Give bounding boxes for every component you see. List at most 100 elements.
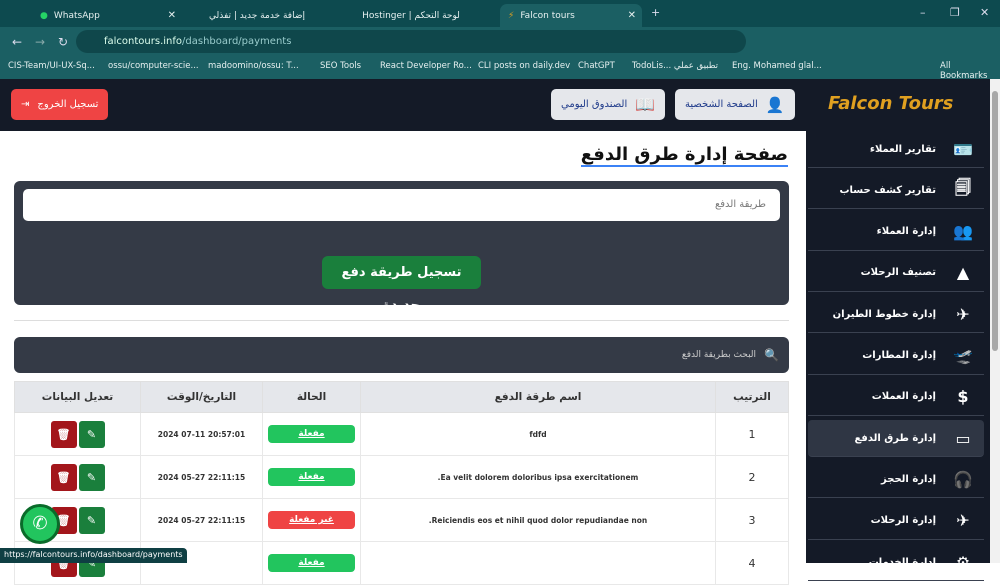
col-date: التاريخ/الوقت [140, 381, 263, 413]
sidebar-item-label: إدارة خطوط الطيران [832, 308, 936, 320]
sidebar-icon: ▲ [956, 263, 970, 283]
status-url: https://falcontours.info/dashboard/payme… [0, 548, 187, 563]
new-tab-icon[interactable]: + [651, 6, 660, 19]
divider [14, 320, 789, 321]
bookmark[interactable]: TodoLis... تطبيق عملي [632, 61, 718, 71]
sidebar-icon: ▭ [955, 428, 971, 448]
bookmarks-bar: CIS-Team/UI-UX-Sq... ossu/computer-scie.… [0, 56, 1000, 81]
scrollbar[interactable] [990, 79, 1000, 563]
status-badge[interactable]: مفعلة [268, 468, 355, 486]
payment-form: طريقة الدفع تسجيل طريقة دفع جديدة [14, 181, 789, 313]
row-order: 2 [715, 455, 789, 499]
bookmark[interactable]: madoomino/ossu: T... [208, 61, 299, 71]
sidebar-icon: ✈ [956, 304, 970, 324]
row-date: 22:11:15 05-27 2024 [140, 455, 263, 499]
sidebar-item[interactable]: تصنيف الرحلات ▲ [808, 255, 984, 292]
bookmark[interactable]: ChatGPT [578, 61, 615, 71]
edit-icon[interactable]: ✎ [78, 506, 105, 534]
col-actions: تعديل البيانات [14, 381, 141, 413]
close-tab-icon[interactable]: ✕ [628, 10, 636, 21]
tab-falcon[interactable]: ⚡ Falcon tours ✕ [500, 4, 642, 27]
col-status: الحالة [262, 381, 361, 413]
search-input[interactable]: 🔍 البحث بطريقة الدفع [14, 337, 789, 373]
row-name: Ea velit dolorem doloribus ipsa exercita… [360, 455, 716, 499]
bookmark[interactable]: Eng. Mohamed glal... [732, 61, 822, 71]
sidebar-item[interactable]: تقارير العملاء 🪪 [808, 131, 984, 168]
status-badge[interactable]: مفعلة [268, 554, 355, 572]
sidebar-icon: ⚙ [955, 552, 971, 572]
row-name [360, 541, 716, 585]
sidebar-item-label: إدارة المطارات [862, 350, 936, 361]
logo[interactable]: Falcon Tours [828, 93, 953, 114]
register-payment-button[interactable]: تسجيل طريقة دفع جديدة [322, 256, 481, 313]
url-input[interactable]: falcontours.info/dashboard/payments [76, 30, 746, 53]
row-order: 3 [715, 498, 789, 542]
sidebar-item-label: إدارة الخدمات [868, 556, 936, 568]
close-window-icon[interactable]: ✕ [980, 6, 989, 19]
sidebar-item[interactable]: إدارة الرحلات ✈ [808, 503, 984, 540]
logout-button[interactable]: ⇥ تسجيل الخروج [11, 89, 109, 120]
delete-icon[interactable]: 🗑 [50, 463, 77, 491]
sidebar-item[interactable]: إدارة طرق الدفع ▭ [808, 420, 984, 458]
sidebar-item[interactable]: إدارة المطارات 🛫 [808, 338, 984, 375]
back-icon[interactable]: ← [12, 35, 22, 49]
sidebar-item-label: إدارة العملاء [876, 226, 936, 238]
sidebar-icon: 👥 [953, 222, 973, 242]
col-order: الترتيب [715, 381, 789, 413]
maximize-icon[interactable]: ❐ [950, 6, 960, 19]
falcon-favicon-icon: ⚡ [508, 10, 515, 21]
profile-button[interactable]: الصفحة الشخصية 👤 [675, 89, 795, 120]
sidebar-item-label: تصنيف الرحلات [860, 267, 936, 279]
sidebar-item[interactable]: إدارة خطوط الطيران ✈ [808, 296, 984, 334]
sidebar-icon: $ [957, 387, 969, 407]
sidebar-item[interactable]: تقارير كشف حساب 🗐 [808, 172, 984, 210]
status-badge[interactable]: غير مفعلة [268, 511, 355, 529]
sidebar-icon: 🎧 [953, 469, 973, 489]
tab-service[interactable]: إضافة خدمة جديد | تفذلي [182, 4, 332, 27]
row-order: 4 [715, 541, 789, 585]
bookmark[interactable]: React Developer Ro... [380, 61, 472, 71]
page-title: صفحة إدارة طرق الدفع [580, 144, 788, 167]
top-header: ⇥ تسجيل الخروج الصندوق اليومي 📖 الصفحة الش… [0, 79, 1000, 131]
sidebar-item-label: تقارير العملاء [869, 143, 936, 155]
minimize-icon[interactable]: – [920, 6, 926, 19]
row-date: 22:11:15 05-27 2024 [140, 498, 263, 542]
bookmark[interactable]: SEO Tools [320, 61, 361, 71]
sidebar: تقارير العملاء 🪪 تقارير كشف حساب 🗐 إدارة الع… [806, 131, 990, 581]
tab-whatsapp[interactable]: ● WhatsApp ✕ [32, 4, 182, 27]
row-name: Reiciendis eos et nihil quod dolor repud… [360, 498, 716, 542]
book-icon: 📖 [635, 95, 656, 114]
forward-icon[interactable]: → [35, 35, 45, 49]
payment-method-input[interactable]: طريقة الدفع [23, 189, 780, 221]
sidebar-icon: 🗐 [955, 177, 971, 197]
all-bookmarks[interactable]: All Bookmarks [940, 61, 1000, 81]
sidebar-item-label: إدارة الرحلات [870, 515, 936, 527]
row-order: 1 [715, 412, 789, 456]
search-icon: 🔍 [764, 348, 779, 362]
bookmark[interactable]: CLI posts on daily.dev [478, 61, 570, 71]
scrollbar-thumb[interactable] [992, 91, 998, 351]
main-content: صفحة إدارة طرق الدفع طريقة الدفع تسجيل ط… [0, 131, 806, 585]
edit-icon[interactable]: ✎ [78, 463, 105, 491]
delete-icon[interactable]: 🗑 [50, 420, 77, 448]
daily-box-button[interactable]: الصندوق اليومي 📖 [551, 89, 666, 120]
close-tab-icon[interactable]: ✕ [168, 10, 176, 21]
browser-tab-bar: ● WhatsApp ✕ إضافة خدمة جديد | تفذلي Hosti… [0, 0, 1000, 27]
whatsapp-float-button[interactable]: ✆ [20, 504, 60, 544]
table-row: 3 Reiciendis eos et nihil quod dolor rep… [14, 498, 789, 542]
bookmark[interactable]: CIS-Team/UI-UX-Sq... [8, 61, 95, 71]
sidebar-item[interactable]: إدارة العملاء 👥 [808, 214, 984, 251]
edit-icon[interactable]: ✎ [78, 420, 105, 448]
sidebar-item[interactable]: إدارة الحجز 🎧 [808, 461, 984, 499]
bookmark[interactable]: ossu/computer-scie... [108, 61, 199, 71]
sidebar-icon: 🛫 [953, 346, 973, 365]
sidebar-item-label: إدارة العملات [871, 391, 936, 403]
profile-icon: 👤 [765, 95, 785, 114]
sidebar-icon: ✈ [956, 511, 970, 531]
tab-hostinger[interactable]: Hostinger | لوحة التحكم [336, 4, 486, 27]
reload-icon[interactable]: ↻ [58, 35, 68, 49]
status-badge[interactable]: مفعلة [268, 425, 355, 443]
whatsapp-icon: ● [40, 10, 48, 21]
sidebar-item[interactable]: إدارة العملات $ [808, 379, 984, 416]
sidebar-icon: 🪪 [953, 139, 973, 159]
